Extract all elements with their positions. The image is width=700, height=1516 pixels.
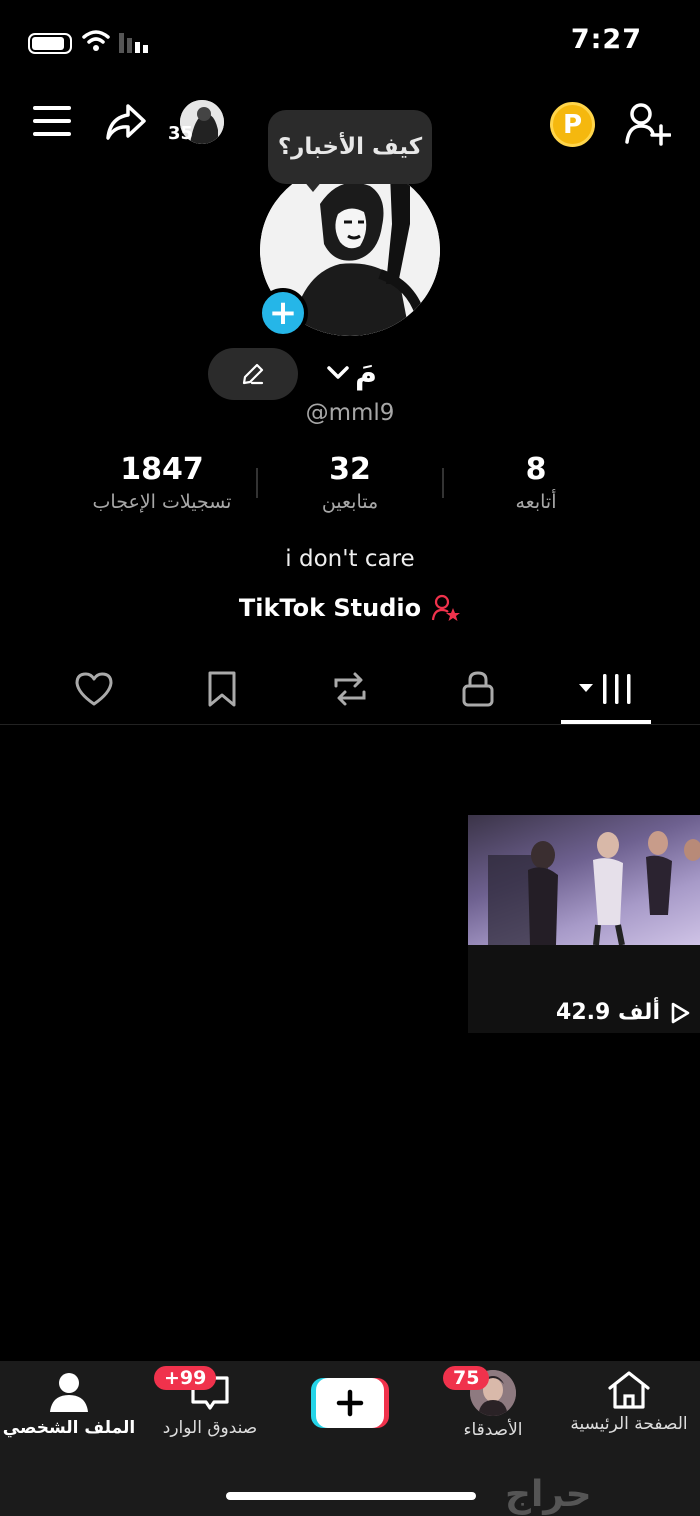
watermark-logo: حراج bbox=[505, 1474, 592, 1515]
stat-value: 32 bbox=[329, 452, 371, 487]
stat-label: متابعين bbox=[321, 491, 379, 513]
nav-home-label: الصفحة الرئيسية bbox=[570, 1414, 688, 1434]
nav-profile-label: الملف الشخصي bbox=[2, 1418, 136, 1438]
friends-badge: 75 bbox=[443, 1366, 490, 1390]
tab-private[interactable] bbox=[458, 668, 498, 710]
chevron-down-icon[interactable] bbox=[326, 364, 350, 382]
bookmark-icon bbox=[208, 671, 236, 707]
share-icon[interactable] bbox=[104, 100, 148, 144]
profile-icon bbox=[50, 1373, 88, 1412]
studio-user-star-icon bbox=[432, 594, 461, 621]
home-indicator[interactable] bbox=[226, 1492, 476, 1500]
stat-value: 8 bbox=[525, 452, 547, 487]
tab-liked[interactable] bbox=[74, 668, 114, 710]
nav-friends-label: الأصدقاء bbox=[463, 1420, 523, 1440]
battery-icon bbox=[28, 33, 72, 54]
bubble-tail bbox=[303, 180, 323, 192]
lock-icon bbox=[462, 671, 494, 707]
stat-likes[interactable]: 1847 تسجيلات الإعجاب bbox=[62, 452, 262, 513]
pencil-icon bbox=[242, 363, 264, 385]
studio-label: TikTok Studio bbox=[238, 594, 422, 622]
coin-icon[interactable]: P bbox=[550, 102, 595, 147]
add-user-icon[interactable] bbox=[625, 102, 671, 146]
profile-bio: i don't care bbox=[285, 546, 415, 572]
tiktok-studio-link[interactable]: TikTok Studio bbox=[0, 594, 700, 622]
signal-icon bbox=[119, 33, 148, 53]
tab-videos[interactable] bbox=[576, 668, 636, 710]
nav-profile[interactable]: الملف الشخصي bbox=[2, 1370, 136, 1438]
stat-following[interactable]: 8 أتابعه bbox=[436, 452, 636, 513]
stat-label: تسجيلات الإعجاب bbox=[92, 491, 232, 513]
followed-avatar-count: 35 bbox=[168, 123, 194, 144]
video-views: 42.9 ألف bbox=[556, 1000, 690, 1025]
stat-label: أتابعه bbox=[515, 491, 557, 513]
tab-reposts[interactable] bbox=[330, 668, 370, 710]
nav-inbox-label: صندوق الوارد bbox=[162, 1418, 258, 1438]
add-story-button[interactable]: + bbox=[258, 288, 308, 338]
home-icon bbox=[608, 1371, 650, 1409]
stat-value: 1847 bbox=[120, 452, 204, 487]
username-handle: @mml9 bbox=[305, 400, 395, 426]
nav-home[interactable]: الصفحة الرئيسية bbox=[562, 1370, 696, 1434]
tab-favorites[interactable] bbox=[202, 668, 242, 710]
edit-profile-button[interactable] bbox=[208, 348, 298, 400]
repost-icon bbox=[334, 672, 366, 706]
video-thumbnail[interactable]: 42.9 ألف bbox=[468, 815, 700, 1033]
display-name: مَ bbox=[355, 356, 377, 391]
video-preview-image bbox=[468, 815, 700, 946]
liked-heart-icon bbox=[75, 672, 113, 706]
views-count: 42.9 ألف bbox=[556, 1000, 660, 1025]
status-bubble[interactable]: كيف الأخبار؟ bbox=[268, 110, 432, 184]
grid-icon bbox=[579, 674, 631, 704]
menu-icon[interactable] bbox=[33, 104, 71, 138]
wifi-icon bbox=[82, 30, 110, 51]
status-time: 7:27 bbox=[570, 24, 642, 55]
create-button[interactable] bbox=[311, 1378, 389, 1428]
play-icon bbox=[671, 1002, 690, 1023]
inbox-badge: +99 bbox=[154, 1366, 217, 1390]
active-tab-indicator bbox=[561, 720, 651, 724]
tabs-divider bbox=[0, 724, 700, 725]
stat-followers[interactable]: 32 متابعين bbox=[250, 452, 450, 513]
